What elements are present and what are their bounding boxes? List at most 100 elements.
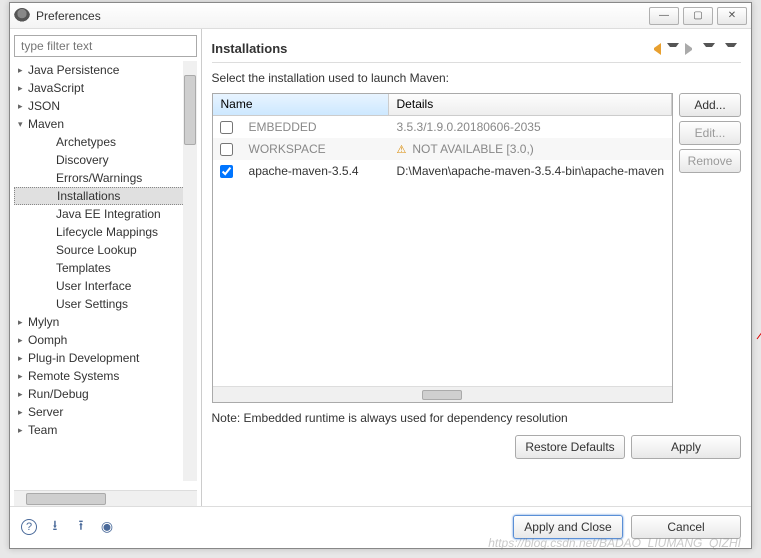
tree-item-label: Remote Systems: [28, 369, 119, 383]
tree-item-remote-systems[interactable]: ▸Remote Systems: [14, 367, 197, 385]
tree-item-label: Oomph: [28, 333, 67, 347]
table-row[interactable]: EMBEDDED 3.5.3/1.9.0.20180606-2035: [213, 116, 672, 138]
expand-icon[interactable]: ▸: [18, 335, 28, 346]
filter-input[interactable]: [14, 35, 197, 57]
table-row[interactable]: apache-maven-3.5.4 D:\Maven\apache-maven…: [213, 160, 672, 182]
window-title: Preferences: [36, 9, 645, 23]
row-checkbox[interactable]: [220, 143, 233, 156]
expand-icon[interactable]: ▸: [18, 371, 28, 382]
main-panel: Installations Select the installation us…: [202, 29, 751, 506]
tree-item-server[interactable]: ▸Server: [14, 403, 197, 421]
expand-icon[interactable]: ▸: [18, 65, 28, 76]
help-icon[interactable]: ?: [20, 518, 38, 536]
tree-item-java-persistence[interactable]: ▸Java Persistence: [14, 61, 197, 79]
collapse-icon[interactable]: ▾: [18, 119, 28, 130]
cell-name: apache-maven-3.5.4: [241, 164, 389, 178]
tree-item-label: Plug-in Development: [28, 351, 139, 365]
note-text: Note: Embedded runtime is always used fo…: [212, 411, 741, 425]
tree-item-discovery[interactable]: Discovery: [14, 151, 197, 169]
tree-item-source-lookup[interactable]: Source Lookup: [14, 241, 197, 259]
tree-item-javascript[interactable]: ▸JavaScript: [14, 79, 197, 97]
column-details[interactable]: Details: [389, 94, 672, 115]
tree-item-label: JavaScript: [28, 81, 84, 95]
table-row[interactable]: WORKSPACE⚠ NOT AVAILABLE [3.0,): [213, 138, 672, 160]
row-checkbox[interactable]: [220, 165, 233, 178]
back-dropdown-icon[interactable]: [667, 43, 679, 55]
side-buttons: Add... Edit... Remove: [679, 93, 741, 403]
tree-item-label: Lifecycle Mappings: [56, 225, 158, 239]
expand-icon[interactable]: ▸: [18, 317, 28, 328]
table-body: EMBEDDED 3.5.3/1.9.0.20180606-2035WORKSP…: [213, 116, 672, 182]
export-icon[interactable]: ⭱: [72, 518, 90, 536]
tree-item-plug-in-development[interactable]: ▸Plug-in Development: [14, 349, 197, 367]
row-checkbox[interactable]: [220, 121, 233, 134]
tree-item-lifecycle-mappings[interactable]: Lifecycle Mappings: [14, 223, 197, 241]
page-description: Select the installation used to launch M…: [212, 71, 741, 85]
tree-item-oomph[interactable]: ▸Oomph: [14, 331, 197, 349]
record-icon[interactable]: ◉: [98, 518, 116, 536]
tree-item-label: Installations: [57, 189, 120, 203]
menu-dropdown-icon[interactable]: [725, 43, 737, 55]
back-icon[interactable]: [649, 43, 661, 55]
edit-button[interactable]: Edit...: [679, 121, 741, 145]
table-area: Name Details EMBEDDED 3.5.3/1.9.0.201806…: [212, 93, 741, 403]
expand-icon[interactable]: ▸: [18, 389, 28, 400]
forward-dropdown-icon[interactable]: [703, 43, 715, 55]
tree-item-label: Run/Debug: [28, 387, 89, 401]
tree-item-label: Team: [28, 423, 57, 437]
tree-item-label: Maven: [28, 117, 64, 131]
apply-button[interactable]: Apply: [631, 435, 741, 459]
add-button[interactable]: Add...: [679, 93, 741, 117]
tree-item-mylyn[interactable]: ▸Mylyn: [14, 313, 197, 331]
tree-item-maven[interactable]: ▾Maven: [14, 115, 197, 133]
cell-details: ⚠ NOT AVAILABLE [3.0,): [389, 142, 672, 156]
expand-icon[interactable]: ▸: [18, 407, 28, 418]
expand-icon[interactable]: ▸: [18, 101, 28, 112]
page-header: Installations: [212, 35, 741, 63]
tree-item-user-interface[interactable]: User Interface: [14, 277, 197, 295]
app-icon: [14, 8, 30, 24]
remove-button[interactable]: Remove: [679, 149, 741, 173]
tree-item-json[interactable]: ▸JSON: [14, 97, 197, 115]
table-horizontal-scrollbar[interactable]: [213, 386, 672, 402]
cell-details: 3.5.3/1.9.0.20180606-2035: [389, 120, 672, 134]
expand-icon[interactable]: ▸: [18, 425, 28, 436]
tree-item-team[interactable]: ▸Team: [14, 421, 197, 439]
tree-item-label: Discovery: [56, 153, 109, 167]
tree-item-label: Mylyn: [28, 315, 59, 329]
tree-item-label: User Settings: [56, 297, 128, 311]
close-button[interactable]: ✕: [717, 7, 747, 25]
tree-item-label: Java EE Integration: [56, 207, 161, 221]
installations-table: Name Details EMBEDDED 3.5.3/1.9.0.201806…: [212, 93, 673, 403]
tree-item-label: User Interface: [56, 279, 131, 293]
window-controls: — ▢ ✕: [645, 7, 747, 25]
restore-defaults-button[interactable]: Restore Defaults: [515, 435, 625, 459]
column-name[interactable]: Name: [213, 94, 389, 115]
tree-item-label: Errors/Warnings: [56, 171, 142, 185]
cell-details: D:\Maven\apache-maven-3.5.4-bin\apache-m…: [389, 164, 672, 178]
tree-item-label: Java Persistence: [28, 63, 119, 77]
tree-item-java-ee-integration[interactable]: Java EE Integration: [14, 205, 197, 223]
tree-item-label: JSON: [28, 99, 60, 113]
tree-item-label: Archetypes: [56, 135, 116, 149]
tree-item-run-debug[interactable]: ▸Run/Debug: [14, 385, 197, 403]
tree-item-errors-warnings[interactable]: Errors/Warnings: [14, 169, 197, 187]
expand-icon[interactable]: ▸: [18, 83, 28, 94]
tree-vertical-scrollbar[interactable]: [183, 61, 197, 481]
tree-horizontal-scrollbar[interactable]: [14, 490, 197, 506]
minimize-button[interactable]: —: [649, 7, 679, 25]
tree-item-label: Templates: [56, 261, 111, 275]
forward-icon[interactable]: [685, 43, 697, 55]
apply-and-close-button[interactable]: Apply and Close: [513, 515, 623, 539]
import-icon[interactable]: ⭳: [46, 518, 64, 536]
titlebar: Preferences — ▢ ✕: [10, 3, 751, 29]
preference-tree[interactable]: ▸Java Persistence▸JavaScript▸JSON▾MavenA…: [14, 61, 197, 490]
maximize-button[interactable]: ▢: [683, 7, 713, 25]
tree-item-templates[interactable]: Templates: [14, 259, 197, 277]
tree-item-user-settings[interactable]: User Settings: [14, 295, 197, 313]
cancel-button[interactable]: Cancel: [631, 515, 741, 539]
tree-item-installations[interactable]: Installations: [14, 187, 197, 205]
expand-icon[interactable]: ▸: [18, 353, 28, 364]
warning-icon: ⚠: [397, 143, 407, 156]
tree-item-archetypes[interactable]: Archetypes: [14, 133, 197, 151]
